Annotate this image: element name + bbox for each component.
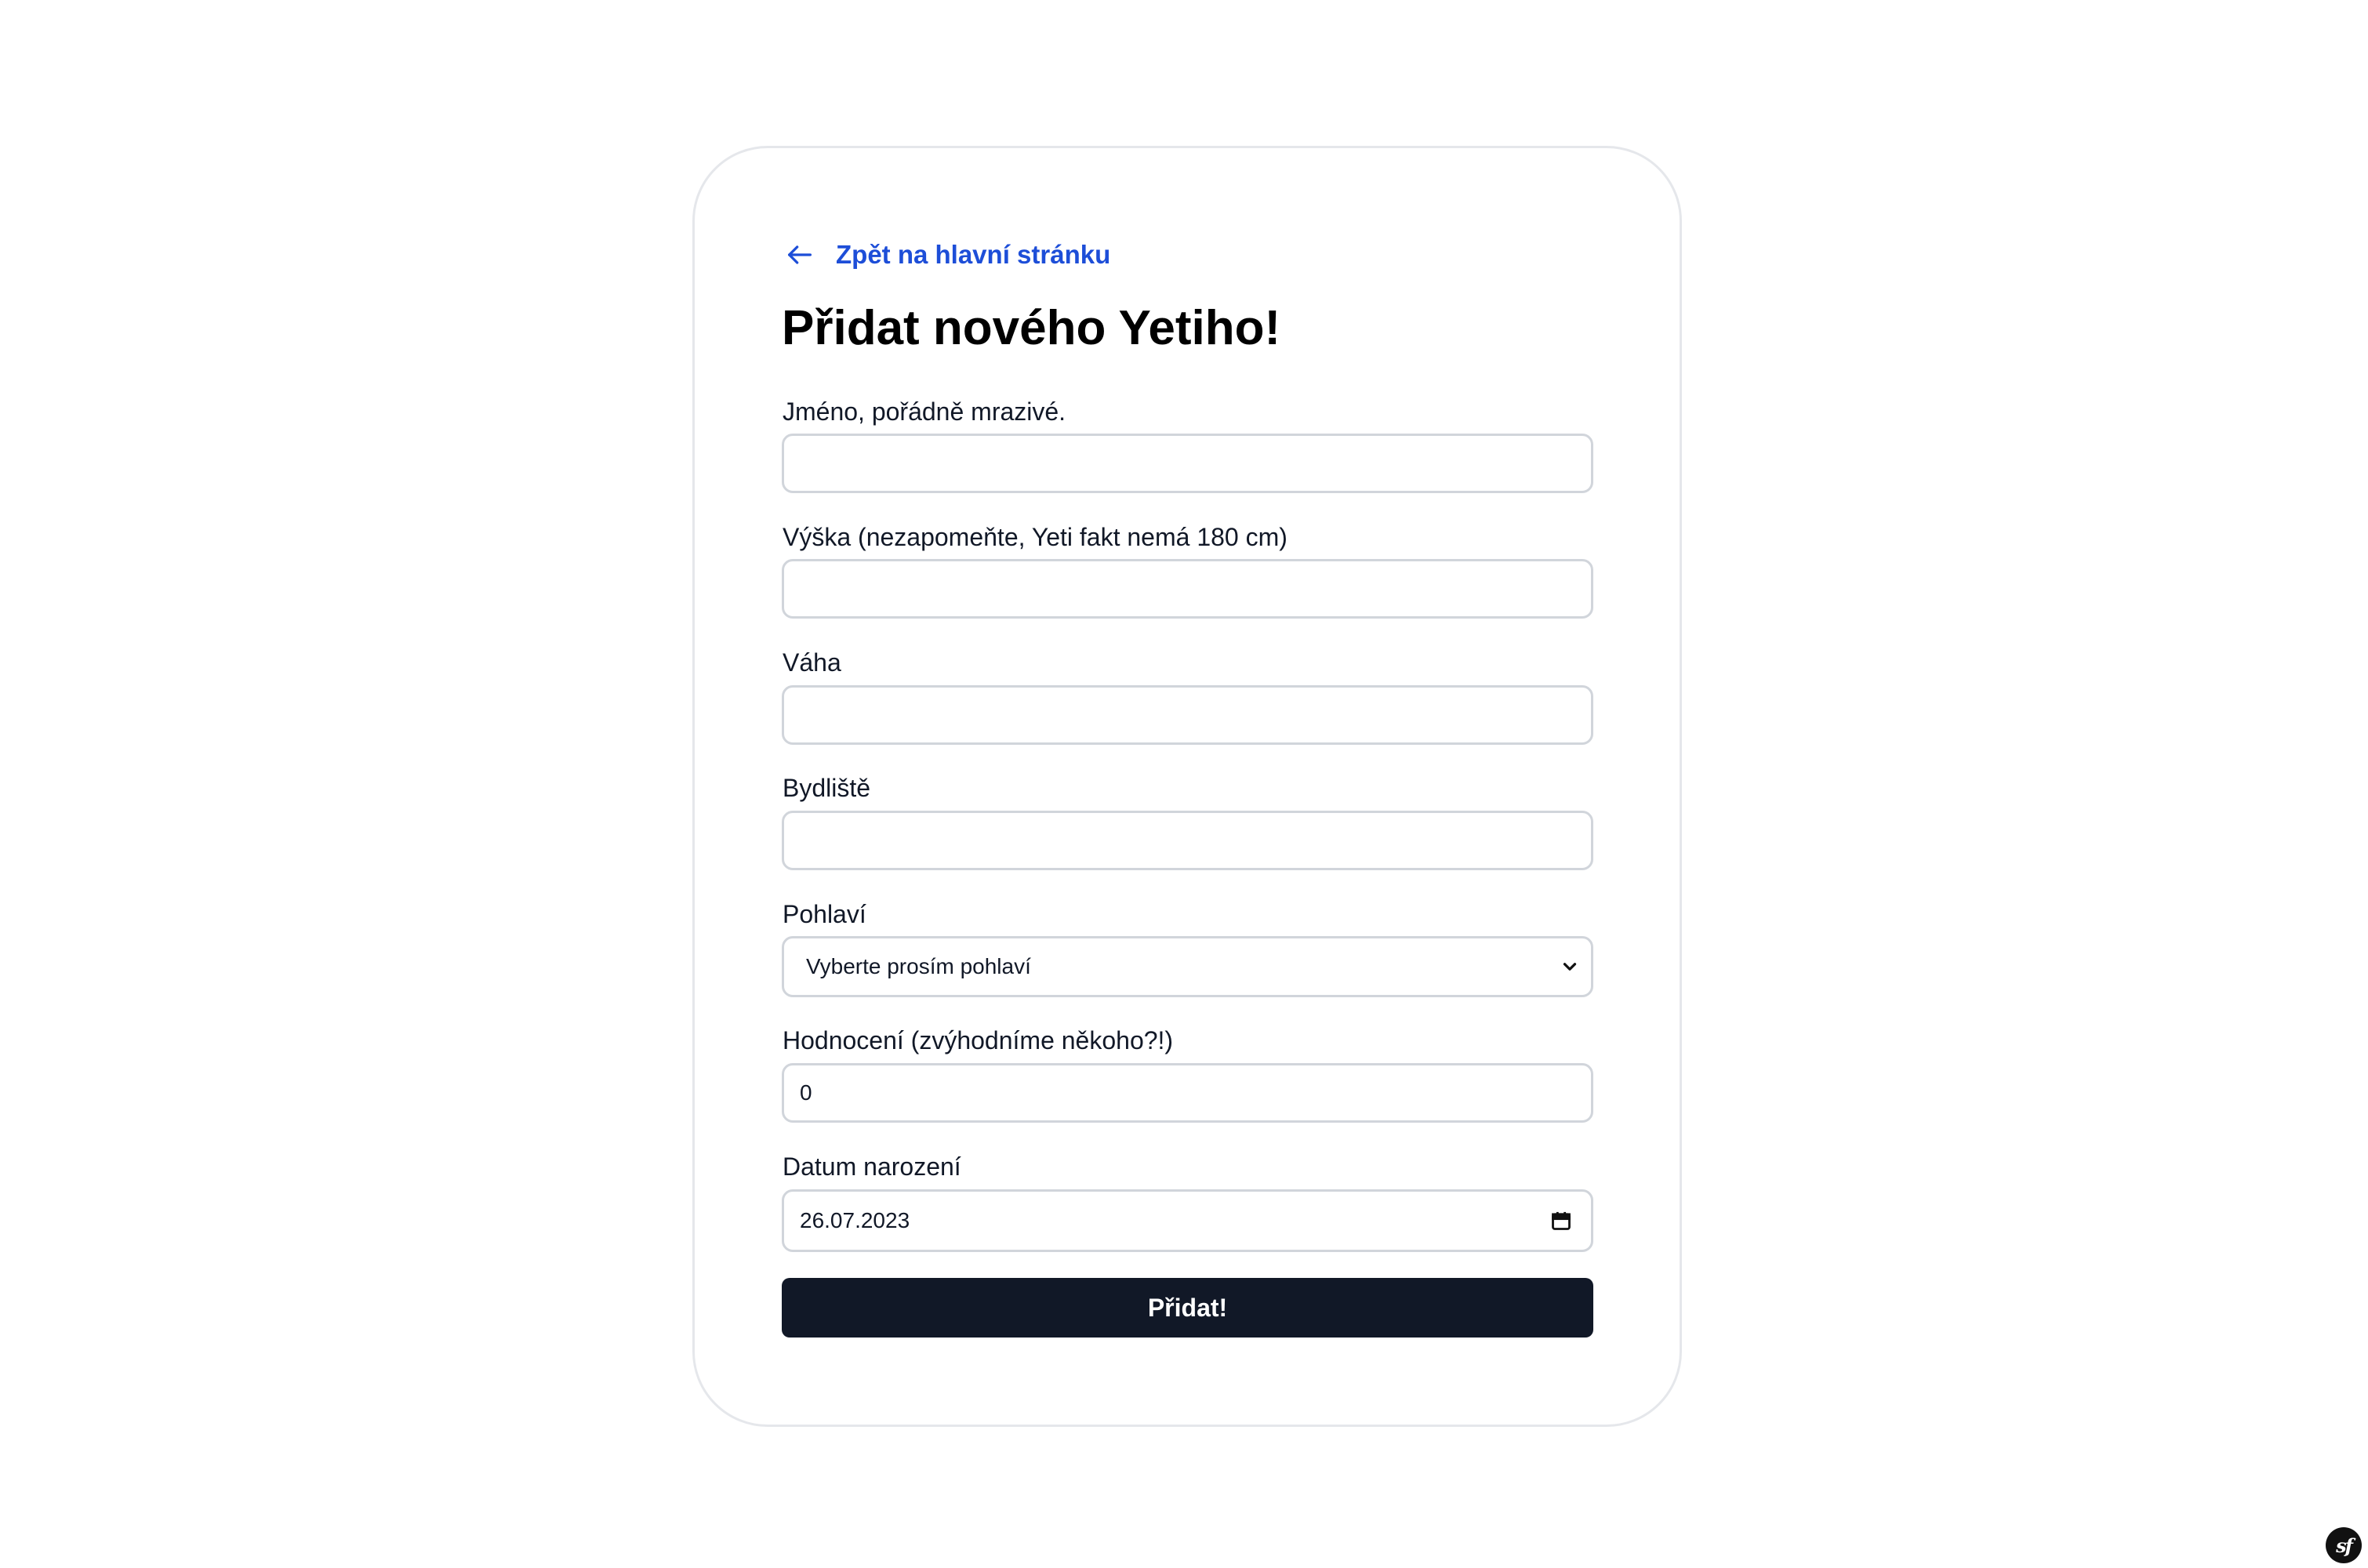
birthdate-input[interactable]: 26.07.2023 [782,1189,1593,1252]
weight-input[interactable] [782,685,1593,745]
symfony-badge-label: sf [2336,1534,2353,1557]
page-title: Přidat nového Yetiho! [782,301,1281,355]
height-input[interactable] [782,559,1593,619]
rating-input[interactable]: 0 [782,1063,1593,1123]
symfony-logo-icon[interactable]: sf [2326,1527,2362,1563]
weight-label: Váha [783,648,841,677]
birthdate-value: 26.07.2023 [800,1208,910,1232]
gender-label: Pohlaví [783,900,866,928]
rating-label: Hodnocení (zvýhodníme někoho?!) [783,1026,1174,1054]
gender-select[interactable]: Vyberte prosím pohlaví [782,936,1593,997]
rating-value: 0 [800,1080,812,1105]
back-to-home-link[interactable]: Zpět na hlavní stránku [784,235,1110,274]
residence-input[interactable] [782,811,1593,870]
birthdate-label: Datum narození [783,1152,961,1181]
calendar-icon[interactable] [1550,1210,1572,1232]
residence-label: Bydliště [783,774,871,802]
submit-button[interactable]: Přidat! [782,1278,1593,1338]
chevron-down-icon [1560,956,1580,977]
arrow-left-icon [784,239,815,270]
back-link-label: Zpět na hlavní stránku [836,240,1111,269]
name-label: Jméno, pořádně mrazivé. [783,397,1066,426]
height-label: Výška (nezapomeňte, Yeti fakt nemá 180 c… [783,523,1288,551]
gender-select-value: Vyberte prosím pohlaví [806,954,1031,978]
name-input[interactable] [782,434,1593,493]
